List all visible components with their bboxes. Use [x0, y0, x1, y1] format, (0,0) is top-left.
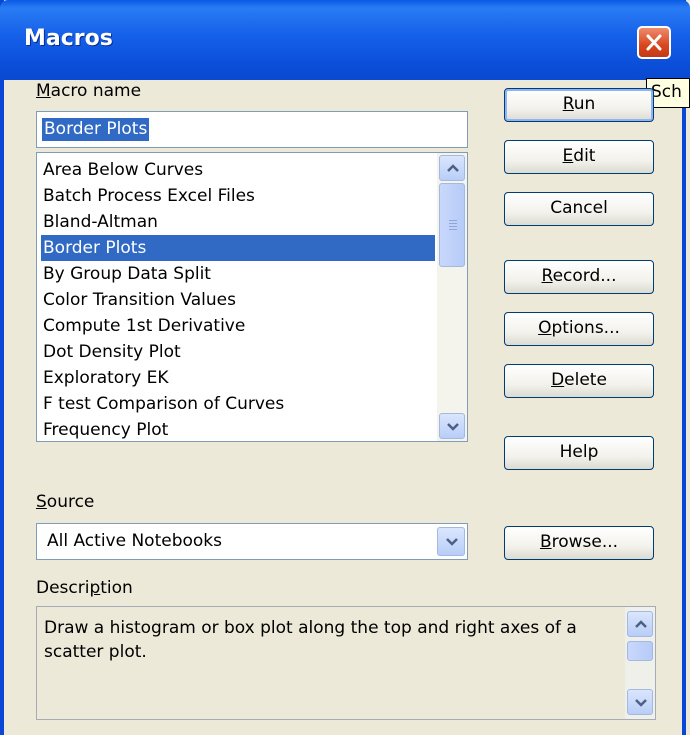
source-dropdown-button[interactable] — [437, 527, 465, 556]
close-icon — [646, 34, 662, 51]
macro-name-input[interactable]: Border Plots — [36, 111, 468, 148]
scroll-thumb[interactable] — [439, 183, 465, 267]
chevron-up-icon — [447, 164, 459, 172]
macro-name-label: Macro name — [36, 81, 142, 101]
list-item[interactable]: Area Below Curves — [41, 157, 435, 183]
scroll-down-button[interactable] — [627, 689, 653, 715]
list-item-selected[interactable]: Border Plots — [41, 235, 435, 261]
source-dropdown[interactable]: All Active Notebooks — [36, 523, 468, 560]
close-button[interactable] — [637, 26, 671, 59]
chevron-up-icon — [635, 620, 647, 628]
list-item[interactable]: Color Transition Values — [41, 287, 435, 313]
browse-button[interactable]: Browse... — [504, 526, 654, 560]
scroll-thumb[interactable] — [627, 641, 653, 661]
list-item[interactable]: Bland-Altman — [41, 209, 435, 235]
macro-name-value: Border Plots — [42, 118, 150, 141]
description-box: Draw a histogram or box plot along the t… — [36, 606, 656, 720]
scroll-up-button[interactable] — [439, 155, 465, 181]
description-text: Draw a histogram or box plot along the t… — [44, 618, 577, 662]
chevron-down-icon — [635, 699, 647, 707]
list-item[interactable]: F test Comparison of Curves — [41, 391, 435, 417]
help-button[interactable]: Help — [504, 436, 654, 470]
options-button[interactable]: Options... — [504, 312, 654, 346]
list-item[interactable]: Dot Density Plot — [41, 339, 435, 365]
description-scrollbar[interactable] — [625, 607, 655, 719]
scroll-up-button[interactable] — [627, 611, 653, 637]
list-item[interactable]: By Group Data Split — [41, 261, 435, 287]
list-item[interactable]: Batch Process Excel Files — [41, 183, 435, 209]
list-item[interactable]: Frequency Plot — [41, 417, 435, 441]
macro-list[interactable]: Area Below Curves Batch Process Excel Fi… — [36, 152, 468, 442]
list-item[interactable]: Exploratory EK — [41, 365, 435, 391]
source-label: Source — [36, 492, 95, 512]
description-label: Description — [36, 578, 133, 598]
list-item[interactable]: Compute 1st Derivative — [41, 313, 435, 339]
edit-button[interactable]: Edit — [504, 140, 654, 174]
macro-list-scrollbar[interactable] — [437, 153, 467, 441]
scroll-down-button[interactable] — [439, 413, 465, 439]
source-value: All Active Notebooks — [47, 531, 223, 551]
delete-button[interactable]: Delete — [504, 364, 654, 398]
chevron-down-icon — [447, 423, 459, 431]
cancel-button[interactable]: Cancel — [504, 192, 654, 226]
chevron-down-icon — [446, 538, 458, 546]
window-title: Macros — [24, 26, 113, 51]
record-button[interactable]: Record... — [504, 260, 654, 294]
run-button[interactable]: Run — [504, 88, 654, 122]
